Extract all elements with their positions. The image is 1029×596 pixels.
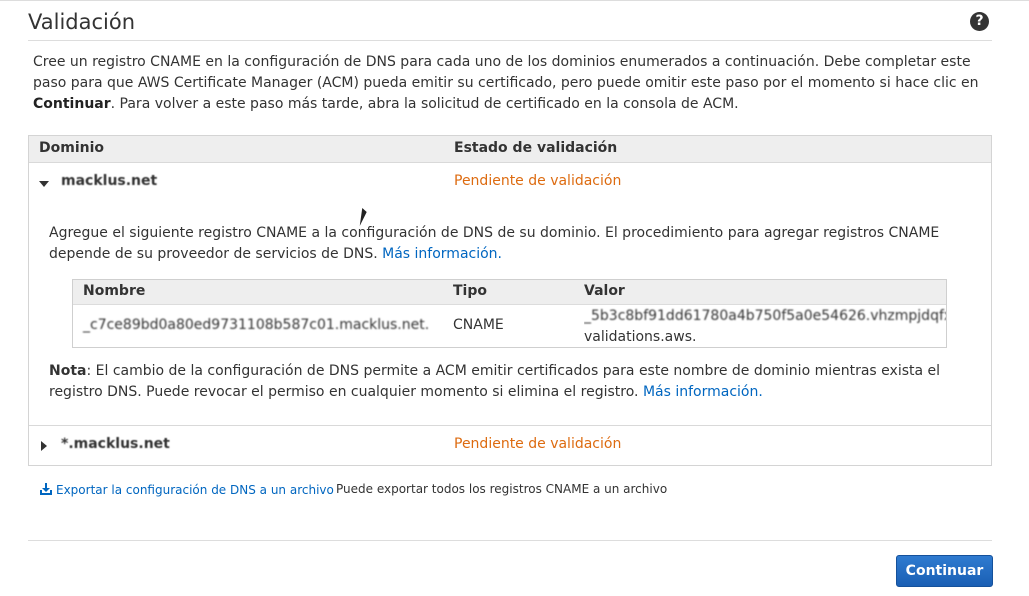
- more-info-link[interactable]: Más información.: [382, 246, 502, 262]
- domain-name[interactable]: macklus.net: [61, 173, 157, 189]
- note-more-info-link[interactable]: Más información.: [643, 384, 763, 400]
- validation-page: Validación ? Cree un registro CNAME en l…: [0, 0, 1029, 596]
- intro-text: Cree un registro CNAME en la configuraci…: [33, 52, 983, 115]
- column-header-domain: Dominio: [39, 140, 105, 156]
- column-header-name: Nombre: [83, 283, 146, 299]
- intro-text-part2: . Para volver a este paso más tarde, abr…: [110, 96, 739, 112]
- intro-continue-bold: Continuar: [33, 96, 111, 112]
- export-note: Puede exportar todos los registros CNAME…: [336, 482, 668, 496]
- footer-divider: [28, 540, 992, 541]
- column-header-value: Valor: [584, 283, 625, 299]
- status-badge: Pendiente de validación: [454, 436, 622, 452]
- column-header-status: Estado de validación: [454, 140, 618, 156]
- cname-record-table: Nombre Tipo Valor _c7ce89bd0a80ed9731108…: [72, 279, 947, 348]
- cname-value-line1: _5b3c8bf91dd61780a4b750f5a0e54626.vhzmpj…: [584, 308, 946, 324]
- domain-name[interactable]: *.macklus.net: [61, 436, 170, 452]
- table-row: macklus.net Pendiente de validación Agre…: [29, 163, 991, 425]
- caret-right-icon[interactable]: [41, 441, 47, 451]
- page-title: Validación: [28, 10, 136, 34]
- cname-instructions: Agregue el siguiente registro CNAME a la…: [49, 223, 969, 265]
- note-text: : El cambio de la configuración de DNS p…: [49, 363, 941, 400]
- status-badge: Pendiente de validación: [454, 173, 622, 189]
- cname-type-value: CNAME: [453, 317, 504, 333]
- export-dns-link[interactable]: Exportar la configuración de DNS a un ar…: [39, 482, 334, 497]
- top-divider: [0, 0, 1029, 1]
- dns-note: Nota: El cambio de la configuración de D…: [49, 361, 969, 403]
- cname-value: _5b3c8bf91dd61780a4b750f5a0e54626.vhzmpj…: [584, 306, 946, 348]
- cname-value-line2: validations.aws.: [584, 329, 697, 345]
- cname-name-value: _c7ce89bd0a80ed9731108b587c01.macklus.ne…: [83, 317, 430, 333]
- cname-table-header: Nombre Tipo Valor: [73, 280, 946, 305]
- domain-validation-table: Dominio Estado de validación macklus.net…: [28, 135, 992, 466]
- column-header-type: Tipo: [453, 283, 487, 299]
- help-icon[interactable]: ?: [970, 12, 989, 31]
- continue-button[interactable]: Continuar: [896, 555, 993, 587]
- caret-down-icon[interactable]: [39, 181, 49, 187]
- table-row: *.macklus.net Pendiente de validación: [29, 425, 991, 466]
- table-header: Dominio Estado de validación: [29, 136, 991, 163]
- note-label: Nota: [49, 363, 87, 379]
- download-icon: [40, 483, 52, 495]
- export-dns-label[interactable]: Exportar la configuración de DNS a un ar…: [56, 483, 334, 497]
- intro-text-part1: Cree un registro CNAME en la configuraci…: [33, 54, 979, 91]
- title-divider: [28, 40, 992, 41]
